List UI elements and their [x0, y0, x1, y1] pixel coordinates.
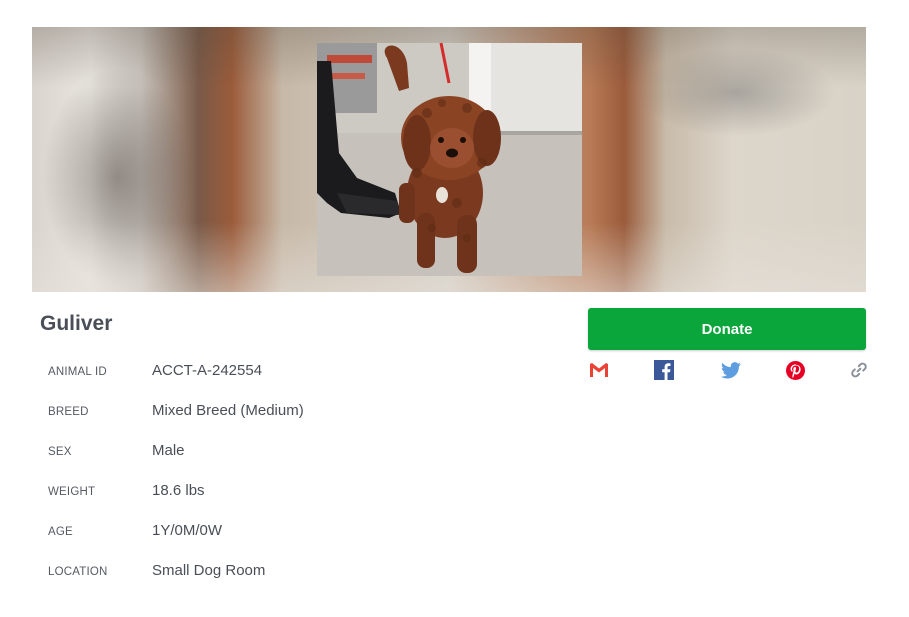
detail-value: ACCT-A-242554: [152, 362, 263, 379]
twitter-icon[interactable]: [720, 359, 742, 381]
detail-value: 18.6 lbs: [152, 482, 205, 499]
detail-label: SEX: [48, 446, 72, 458]
animal-name: Guliver: [40, 312, 113, 335]
detail-row-sex: SEX Male: [48, 442, 448, 482]
detail-value: Mixed Breed (Medium): [152, 402, 304, 419]
detail-row-weight: WEIGHT 18.6 lbs: [48, 482, 448, 522]
animal-profile-page: Guliver ANIMAL ID ACCT-A-242554 BREED Mi…: [0, 0, 909, 617]
pinterest-icon[interactable]: [784, 359, 806, 381]
donate-button[interactable]: Donate: [588, 308, 866, 350]
detail-label: LOCATION: [48, 566, 108, 578]
animal-photo: [317, 43, 582, 276]
detail-value: Male: [152, 442, 185, 459]
detail-label: ANIMAL ID: [48, 366, 107, 378]
share-icons: [588, 359, 868, 381]
detail-label: BREED: [48, 406, 89, 418]
detail-row-breed: BREED Mixed Breed (Medium): [48, 402, 448, 442]
gmail-icon[interactable]: [588, 359, 610, 381]
detail-row-location: LOCATION Small Dog Room: [48, 562, 448, 602]
detail-value: Small Dog Room: [152, 562, 266, 579]
detail-row-age: AGE 1Y/0M/0W: [48, 522, 448, 562]
detail-value: 1Y/0M/0W: [152, 522, 223, 539]
detail-row-animal-id: ANIMAL ID ACCT-A-242554: [48, 362, 448, 402]
detail-label: WEIGHT: [48, 486, 96, 498]
detail-label: AGE: [48, 526, 73, 538]
link-icon[interactable]: [848, 359, 870, 381]
animal-details: ANIMAL ID ACCT-A-242554 BREED Mixed Bree…: [48, 362, 448, 602]
facebook-icon[interactable]: [653, 359, 675, 381]
